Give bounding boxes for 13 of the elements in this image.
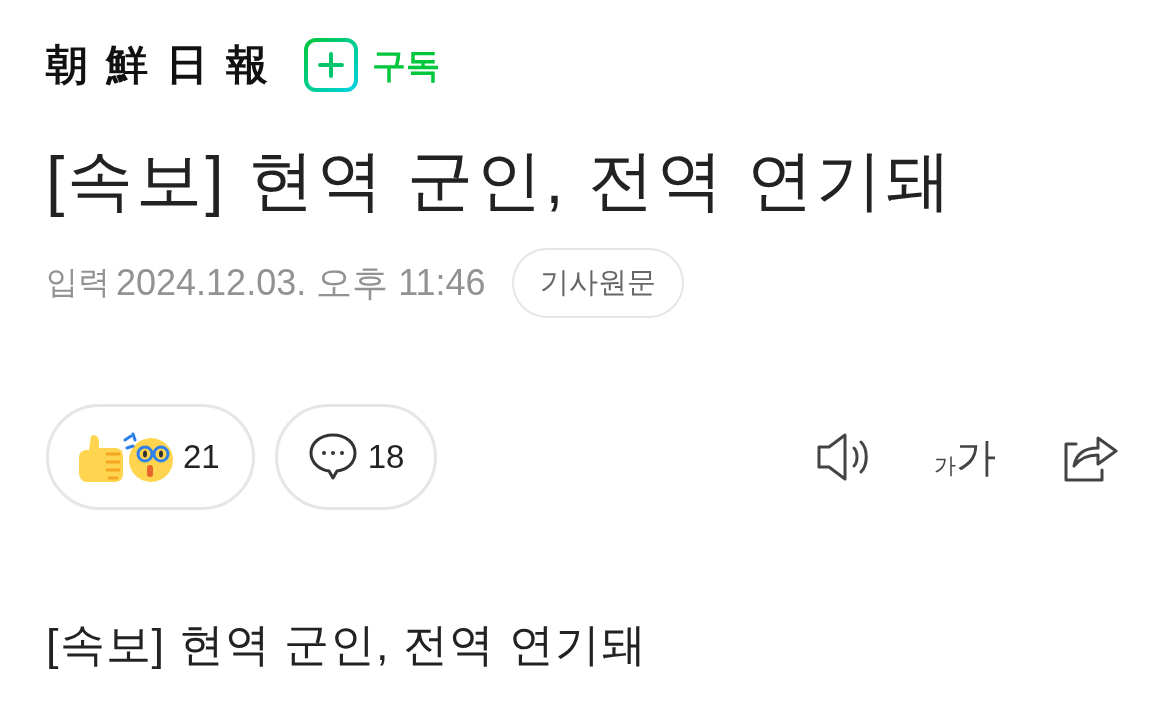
reaction-button[interactable]: 21 xyxy=(46,404,255,510)
surprised-face-icon xyxy=(123,432,173,482)
font-size-button[interactable]: 가가 xyxy=(934,437,996,477)
article-body-text: [속보] 현역 군인, 전역 연기돼 xyxy=(46,618,648,672)
newspaper-logo: 朝鮮日報 xyxy=(46,44,286,86)
published-label: 입력 xyxy=(46,263,110,302)
article-title: [속보] 현역 군인, 전역 연기돼 xyxy=(46,142,956,219)
published-date: 2024.12.03. 오후 11:46 xyxy=(116,260,486,305)
speech-bubble-icon xyxy=(307,432,358,482)
original-article-link[interactable]: 기사원문 xyxy=(511,248,684,318)
plus-icon xyxy=(304,38,358,92)
thumbs-up-icon xyxy=(79,432,123,482)
comment-button[interactable]: 18 xyxy=(274,404,438,510)
